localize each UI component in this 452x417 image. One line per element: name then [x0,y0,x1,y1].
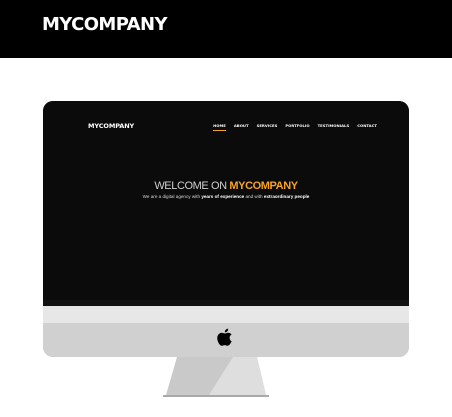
hero-title-accent: MYCOMPANY [229,180,298,192]
site-logo[interactable]: MYCOMPANY [88,122,134,130]
imac-mockup: MYCOMPANY HOME ABOUT SERVICES PORTFOLIO … [43,101,409,357]
nav-testimonials[interactable]: TESTIMONIALS [318,123,350,128]
nav-services[interactable]: SERVICES [257,123,278,128]
hero-subtitle: We are a digital agency with years of ex… [43,194,409,199]
site-nav: HOME ABOUT SERVICES PORTFOLIO TESTIMONIA… [213,123,377,131]
hero-sub-text-1: We are a digital agency with [142,194,202,199]
hero-sub-bold-2: extraordinary people [263,194,310,199]
imac-screen: MYCOMPANY HOME ABOUT SERVICES PORTFOLIO … [43,101,409,300]
brand-logo[interactable]: MYCOMPANY [42,14,168,35]
imac-bezel: MYCOMPANY HOME ABOUT SERVICES PORTFOLIO … [43,101,409,306]
nav-about[interactable]: ABOUT [234,123,249,128]
nav-portfolio[interactable]: PORTFOLIO [285,123,309,128]
hero-sub-text-2: and with [244,194,264,199]
top-header: MYCOMPANY [0,0,452,58]
imac-body: MYCOMPANY HOME ABOUT SERVICES PORTFOLIO … [43,101,409,357]
hero-title: WELCOME ON MYCOMPANY [43,180,409,192]
hero-sub-bold-1: years of experience [201,194,245,199]
imac-stand [163,357,269,397]
apple-logo-icon [217,328,232,346]
imac-chin-strip [43,306,409,323]
hero-title-light: WELCOME ON [154,180,230,192]
nav-contact[interactable]: CONTACT [357,123,377,128]
nav-home[interactable]: HOME [213,123,226,131]
